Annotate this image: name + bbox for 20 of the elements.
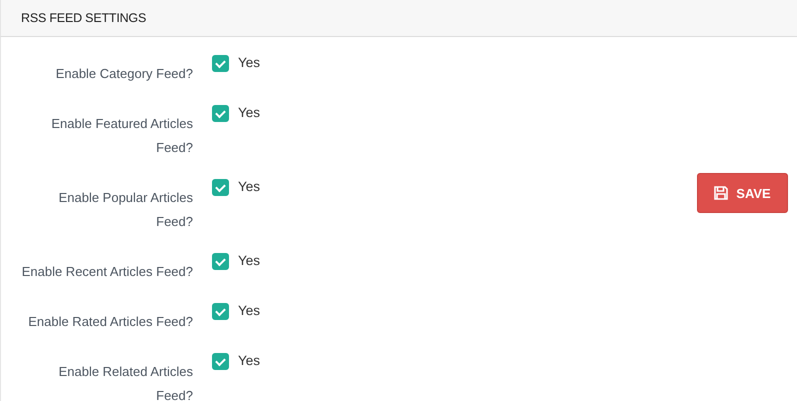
checkbox[interactable] xyxy=(212,353,229,370)
option-label: Yes xyxy=(238,302,260,320)
option-label: Yes xyxy=(238,252,260,270)
checkbox[interactable] xyxy=(212,179,229,196)
setting-label: Enable Related Articles Feed? xyxy=(58,363,193,401)
setting-label: Enable Popular Articles Feed? xyxy=(58,189,193,231)
checkbox[interactable] xyxy=(212,105,229,122)
setting-label: Enable Featured Articles Feed? xyxy=(50,115,193,157)
panel-title: RSS FEED SETTINGS xyxy=(21,11,146,25)
setting-label: Enable Rated Articles Feed? xyxy=(27,313,193,331)
checkbox[interactable] xyxy=(212,253,229,270)
checkbox[interactable] xyxy=(212,55,229,72)
setting-label: Enable Category Feed? xyxy=(54,65,193,83)
option-label: Yes xyxy=(238,54,260,72)
option-label: Yes xyxy=(238,104,260,122)
option-label: Yes xyxy=(238,352,260,370)
setting-label: Enable Recent Articles Feed? xyxy=(20,263,193,281)
save-button[interactable]: SAVE xyxy=(697,173,788,213)
option-label: Yes xyxy=(238,178,260,196)
checkbox[interactable] xyxy=(212,303,229,320)
